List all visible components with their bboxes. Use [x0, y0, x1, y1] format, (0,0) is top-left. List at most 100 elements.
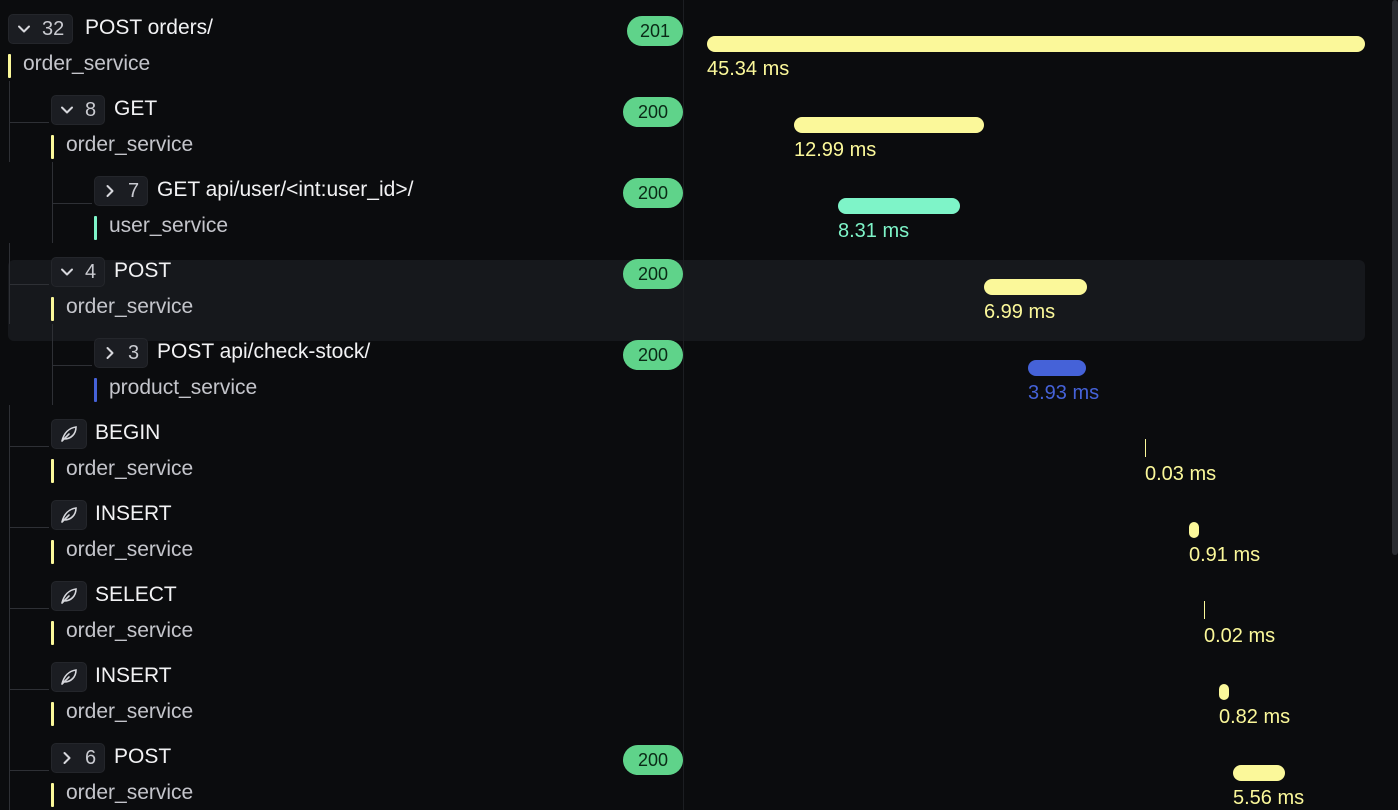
child-count: 8 [85, 98, 97, 121]
expand-toggle[interactable]: 32 [8, 14, 74, 44]
span-row[interactable]: SELECT order_service 0.02 ms [0, 567, 1398, 648]
service-label: order_service [51, 700, 194, 726]
service-label: order_service [51, 619, 194, 645]
span-row[interactable]: 32 POST orders/order_service 201 45.34 ms [0, 0, 1398, 81]
expand-toggle[interactable]: 7 [94, 176, 149, 206]
duration-label: 5.56 ms [1233, 787, 1305, 809]
tree-connector [9, 486, 10, 567]
span-row[interactable]: 8 GET order_service 200 12.99 ms [0, 81, 1398, 162]
status-badge: 200 [623, 340, 683, 370]
duration-bar[interactable] [1233, 765, 1285, 781]
service-label: order_service [51, 781, 194, 807]
service-color-bar [94, 216, 97, 240]
tree-connector [9, 405, 10, 486]
chevron-right-icon [63, 752, 71, 764]
service-name: order_service [66, 619, 194, 642]
status-badge: 201 [627, 16, 683, 46]
expand-toggle[interactable]: 4 [51, 257, 106, 287]
span-row[interactable]: INSERT order_service 0.91 ms [0, 486, 1398, 567]
tree-connector [52, 365, 92, 366]
expand-toggle[interactable]: 3 [94, 338, 149, 368]
service-label: order_service [51, 133, 194, 159]
service-name: order_service [66, 700, 194, 723]
trace-view: 32 POST orders/order_service 201 45.34 ms 8 G… [0, 0, 1398, 810]
service-color-bar [51, 621, 54, 645]
tree-connector [9, 567, 10, 648]
child-count: 3 [128, 341, 140, 364]
duration-bar[interactable] [707, 36, 1365, 52]
service-label: order_service [51, 457, 194, 483]
expand-toggle[interactable]: 6 [51, 743, 106, 773]
span-name: POST api/check-stock/ [157, 340, 371, 363]
child-count: 32 [42, 17, 65, 40]
status-badge: 200 [623, 259, 683, 289]
duration-bar[interactable] [1028, 360, 1086, 376]
tree-connector [9, 81, 10, 162]
span-row[interactable]: BEGIN order_service 0.03 ms [0, 405, 1398, 486]
service-color-bar [51, 297, 54, 321]
span-name: INSERT [95, 664, 172, 687]
service-label: user_service [94, 214, 229, 240]
duration-label: 0.03 ms [1145, 463, 1217, 485]
service-color-bar [94, 378, 97, 402]
service-label: order_service [8, 52, 151, 78]
child-count: 6 [85, 746, 97, 769]
chevron-down-icon [18, 25, 30, 33]
expand-toggle[interactable]: 8 [51, 95, 106, 125]
duration-bar[interactable] [838, 198, 960, 214]
service-color-bar [8, 54, 11, 78]
service-name: product_service [109, 376, 258, 399]
tree-connector [9, 527, 49, 528]
service-color-bar [51, 783, 54, 807]
duration-bar[interactable] [1145, 439, 1146, 457]
span-name: POST [114, 259, 172, 282]
tree-connector [52, 162, 53, 243]
span-row[interactable]: 6 POST order_service 200 5.56 ms [0, 729, 1398, 810]
service-color-bar [51, 459, 54, 483]
span-name: POST [114, 745, 172, 768]
duration-label: 0.91 ms [1189, 544, 1261, 566]
tree-connector [9, 243, 10, 324]
span-type-chip [51, 662, 87, 692]
tree-connector [52, 203, 92, 204]
chevron-right-icon [106, 347, 114, 359]
duration-label: 3.93 ms [1028, 382, 1100, 404]
span-row[interactable]: 3 POST api/check-stock/product_service 200… [0, 324, 1398, 405]
span-row[interactable]: 7 GET api/user/<int:user_id>/ user_service… [0, 162, 1398, 243]
duration-bar[interactable] [1219, 684, 1229, 700]
service-color-bar [51, 702, 54, 726]
chevron-right-icon [106, 185, 114, 197]
chevron-down-icon [61, 106, 73, 114]
tree-connector [9, 284, 49, 285]
duration-label: 0.82 ms [1219, 706, 1291, 728]
span-name: INSERT [95, 502, 172, 525]
service-name: order_service [66, 781, 194, 804]
duration-bar[interactable] [1189, 522, 1199, 538]
tree-connector [9, 689, 49, 690]
span-row[interactable]: 4 POST order_service 200 6.99 ms [0, 243, 1398, 324]
service-name: order_service [23, 52, 151, 75]
duration-bar[interactable] [1204, 601, 1205, 619]
duration-label: 45.34 ms [707, 58, 790, 80]
service-name: order_service [66, 133, 194, 156]
service-name: user_service [109, 214, 229, 237]
span-name: SELECT [95, 583, 177, 606]
span-name: POST orders/ [85, 16, 213, 39]
span-name: GET [114, 97, 158, 120]
span-row[interactable]: INSERT order_service 0.82 ms [0, 648, 1398, 729]
status-badge: 200 [623, 745, 683, 775]
duration-label: 6.99 ms [984, 301, 1056, 323]
service-name: order_service [66, 457, 194, 480]
status-badge: 200 [623, 97, 683, 127]
service-label: order_service [51, 538, 193, 564]
duration-label: 12.99 ms [794, 139, 877, 161]
duration-bar[interactable] [794, 117, 984, 133]
service-label: product_service [94, 376, 258, 402]
leaf-icon [61, 588, 77, 604]
duration-bar[interactable] [984, 279, 1087, 295]
tree-connector [52, 324, 53, 405]
service-name: order_service [66, 295, 194, 318]
status-badge: 200 [623, 178, 683, 208]
service-label: order_service [51, 295, 194, 321]
tree-connector [9, 770, 49, 771]
